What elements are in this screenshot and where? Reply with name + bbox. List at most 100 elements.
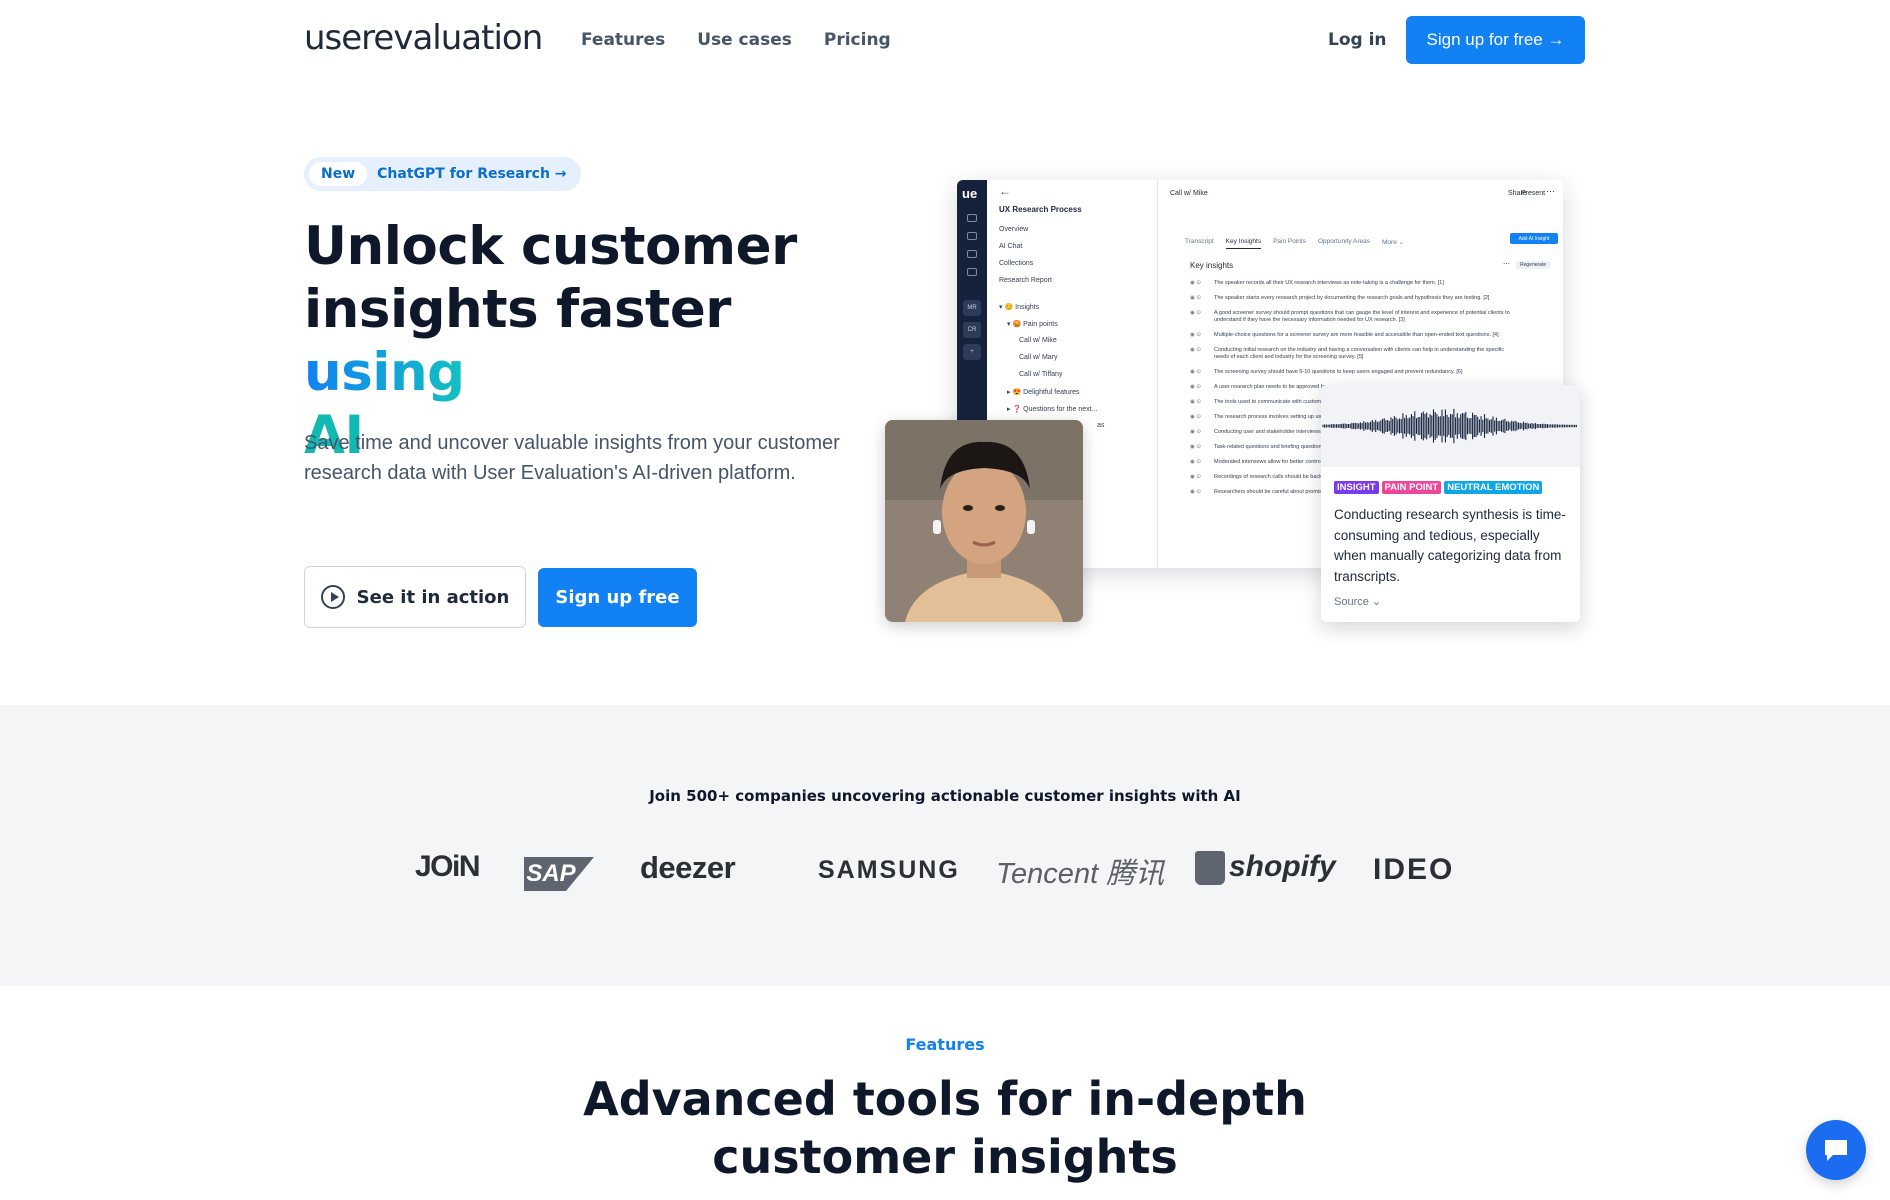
sidebar-item-call: Call w/ Tiffany [1019, 371, 1063, 378]
insight-row-text: The screening survey should have 5-10 qu… [1214, 369, 1463, 375]
login-link[interactable]: Log in [1328, 30, 1387, 50]
insight-row: ◉ ⊙ The speaker records all their UX rese… [1190, 280, 1510, 287]
announcement-link[interactable]: ChatGPT for Research → [377, 166, 566, 182]
sidebar-item-call: Call w/ Mike [1019, 337, 1057, 344]
eye-icon: ◉ ⊙ [1190, 474, 1201, 480]
inbox-icon [967, 232, 977, 240]
eye-icon: ◉ ⊙ [1190, 295, 1201, 301]
insight-text: Conducting research synthesis is time-co… [1334, 507, 1566, 584]
features-eyebrow: Features [905, 1035, 985, 1054]
shopify-wordmark: shopify [1229, 850, 1336, 883]
insight-card: INSIGHT PAIN POINT NEUTRAL EMOTION Condu… [1321, 385, 1580, 622]
sidebar-item-delightful: ▸ 😍 Delightful features [1007, 389, 1080, 396]
chatgpt-announcement-pill[interactable]: New ChatGPT for Research → [304, 157, 581, 191]
nav-link-features[interactable]: Features [581, 30, 665, 50]
tab-key-insights: Key Insights [1225, 238, 1262, 249]
pain-point-tag: PAIN POINT [1381, 481, 1442, 494]
shopify-logo: shopify [1195, 850, 1336, 886]
see-it-in-action-label: See it in action [356, 586, 510, 608]
see-it-in-action-button[interactable]: See it in action [304, 566, 526, 628]
sidebar-item-pain-points: ▾ 😡 Pain points [1007, 321, 1058, 328]
samsung-logo: SAMSUNG [818, 856, 960, 884]
grid-icon [967, 214, 977, 222]
back-arrow-icon: ← [999, 184, 1011, 198]
insight-row-text: Conducting initial research on the indus… [1214, 347, 1505, 360]
app-logo: ue [962, 186, 978, 201]
tab-more: More ⌄ [1382, 239, 1405, 246]
play-circle-icon [320, 585, 345, 609]
sidebar-item-truncated: as [1097, 422, 1105, 429]
nav-link-pricing[interactable]: Pricing [824, 30, 891, 50]
eye-icon: ◉ ⊙ [1190, 332, 1201, 338]
insight-row-text: Recordings of research calls should be b… [1214, 474, 1329, 480]
insight-row-text: The research process involves setting up… [1214, 414, 1327, 420]
sidebar-item-ai-chat: AI Chat [999, 243, 1023, 250]
deezer-logo: deezer [640, 850, 736, 885]
workspace-badge: CR [963, 322, 981, 338]
tab-transcript: Transcript [1185, 238, 1214, 245]
sidebar-item-questions: ▸ ❓ Questions for the next... [1007, 406, 1098, 413]
key-insights-title: Key insights [1190, 261, 1234, 270]
nav-links: Features Use cases Pricing [581, 30, 891, 50]
sidebar-item-insights: ▾ 😊 Insights [999, 304, 1040, 311]
insight-row-text: A user research plan needs to be approve… [1214, 384, 1327, 390]
chat-icon [967, 268, 977, 276]
insight-row: ◉ ⊙ A good screener survey should prompt … [1190, 310, 1510, 324]
eye-icon: ◉ ⊙ [1190, 489, 1201, 495]
brand-logo[interactable]: userevaluation [304, 18, 543, 58]
features-heading: Advanced tools for in-depth customer ins… [0, 1070, 1890, 1186]
insight-row-text: A good screener survey should prompt que… [1214, 310, 1510, 323]
interviewee-video-thumbnail [885, 420, 1083, 622]
customer-logos-section: Join 500+ companies uncovering actionabl… [0, 705, 1890, 986]
present-button: Present [1521, 190, 1546, 197]
top-nav: userevaluation Features Use cases Pricin… [0, 0, 1890, 80]
tencent-logo: Tencent 腾讯 [996, 858, 1165, 890]
eye-icon: ◉ ⊙ [1190, 347, 1201, 353]
insight-row: ◉ ⊙ The screening survey should have 5-10… [1190, 369, 1510, 376]
features-heading-line: customer insights [712, 1130, 1178, 1184]
ideo-logo: IDEO [1373, 853, 1455, 886]
support-chat-launcher[interactable] [1806, 1120, 1866, 1180]
call-title: Call w/ Mike [1170, 190, 1208, 197]
source-toggle[interactable]: Source ⌄ [1334, 595, 1381, 608]
chat-bubble-icon [1825, 1140, 1847, 1161]
insight-row-text: The tools used to communicate with custo… [1214, 399, 1326, 405]
sidebar-item-overview: Overview [999, 226, 1029, 233]
eye-icon: ◉ ⊙ [1190, 310, 1201, 316]
insight-row: ◉ ⊙ Multiple-choice questions for a scree… [1190, 332, 1510, 339]
insight-row-text: The speaker records all their UX researc… [1214, 280, 1444, 286]
insight-tag: INSIGHT [1334, 481, 1379, 494]
workspace-badge: MR [963, 300, 981, 316]
more-icon: ⋯ [1503, 261, 1510, 268]
eye-icon: ◉ ⊙ [1190, 429, 1201, 435]
eye-icon: ◉ ⊙ [1190, 444, 1201, 450]
insight-tags: INSIGHT PAIN POINT NEUTRAL EMOTION [1334, 481, 1543, 494]
more-icon: ⋯ [1546, 186, 1555, 196]
eye-icon: ◉ ⊙ [1190, 384, 1201, 390]
insight-row-text: Multiple-choice questions for a screener… [1214, 332, 1499, 338]
insight-row-text: The speaker starts every research projec… [1214, 295, 1490, 301]
logos-heading: Join 500+ companies uncovering actionabl… [649, 787, 1241, 805]
nav-link-use-cases[interactable]: Use cases [697, 30, 792, 50]
transcript-tabs: Transcript Key Insights Pain Points Oppo… [1185, 238, 1404, 249]
sidebar-item-research-report: Research Report [999, 277, 1052, 284]
add-ai-insight-button: Add AI Insight [1510, 233, 1558, 244]
hero-subtitle: Save time and uncover valuable insights … [304, 432, 840, 484]
tab-pain-points: Pain Points [1273, 238, 1306, 245]
sign-up-free-button[interactable]: Sign up free [538, 568, 697, 627]
new-badge: New [309, 162, 368, 186]
eye-icon: ◉ ⊙ [1190, 414, 1201, 420]
features-heading-line: Advanced tools for in-depth [583, 1072, 1307, 1126]
insight-row: ◉ ⊙ The speaker starts every research pro… [1190, 295, 1510, 302]
shopping-bag-icon [1195, 851, 1225, 886]
sidebar-item-collections: Collections [999, 260, 1034, 267]
eye-icon: ◉ ⊙ [1190, 459, 1201, 465]
signup-for-free-button[interactable]: Sign up for free → [1406, 16, 1585, 64]
eye-icon: ◉ ⊙ [1190, 280, 1201, 286]
sidebar-item-call: Call w/ Mary [1019, 354, 1058, 361]
hero-headline-highlight: using [304, 342, 465, 403]
tree-icon [967, 250, 977, 258]
tab-opportunity-areas: Opportunity Areas [1317, 238, 1370, 245]
insight-row: ◉ ⊙ Conducting initial research on the in… [1190, 347, 1510, 361]
add-workspace-badge: + [963, 344, 981, 360]
